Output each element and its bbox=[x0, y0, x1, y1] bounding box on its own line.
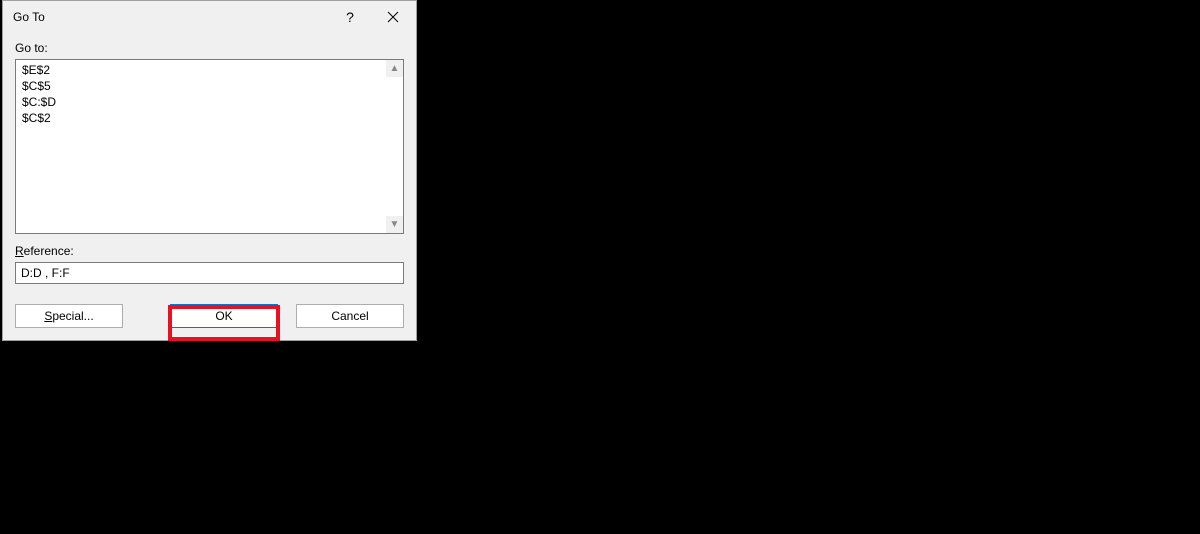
reference-input[interactable] bbox=[15, 262, 404, 284]
special-button[interactable]: Special... bbox=[15, 304, 123, 328]
right-buttons: OK Cancel bbox=[170, 304, 404, 328]
list-item[interactable]: $C$2 bbox=[20, 110, 399, 126]
close-button[interactable] bbox=[370, 1, 416, 33]
goto-listbox[interactable]: ▲ $E$2 $C$5 $C:$D $C$2 ▼ bbox=[15, 59, 404, 234]
goto-dialog: Go To ? Go to: ▲ $E$2 $C$5 $C:$D $C$2 ▼ … bbox=[2, 0, 417, 341]
list-item[interactable]: $C:$D bbox=[20, 94, 399, 110]
titlebar: Go To ? bbox=[3, 1, 416, 33]
dialog-buttons: Special... OK Cancel bbox=[3, 296, 416, 340]
cancel-button[interactable]: Cancel bbox=[296, 304, 404, 328]
list-item[interactable]: $E$2 bbox=[20, 62, 399, 78]
listbox-inner: $E$2 $C$5 $C:$D $C$2 bbox=[16, 60, 403, 233]
help-button[interactable]: ? bbox=[330, 1, 370, 33]
dialog-title: Go To bbox=[13, 10, 330, 24]
titlebar-buttons: ? bbox=[330, 1, 416, 33]
dialog-body: Go to: ▲ $E$2 $C$5 $C:$D $C$2 ▼ Referenc… bbox=[3, 33, 416, 296]
scroll-up-icon[interactable]: ▲ bbox=[386, 60, 403, 77]
reference-label: Reference: bbox=[15, 244, 404, 258]
list-item[interactable]: $C$5 bbox=[20, 78, 399, 94]
close-icon bbox=[387, 11, 399, 23]
scroll-down-icon[interactable]: ▼ bbox=[386, 216, 403, 233]
goto-label: Go to: bbox=[15, 41, 404, 55]
ok-button[interactable]: OK bbox=[170, 304, 278, 328]
help-icon: ? bbox=[346, 9, 354, 25]
